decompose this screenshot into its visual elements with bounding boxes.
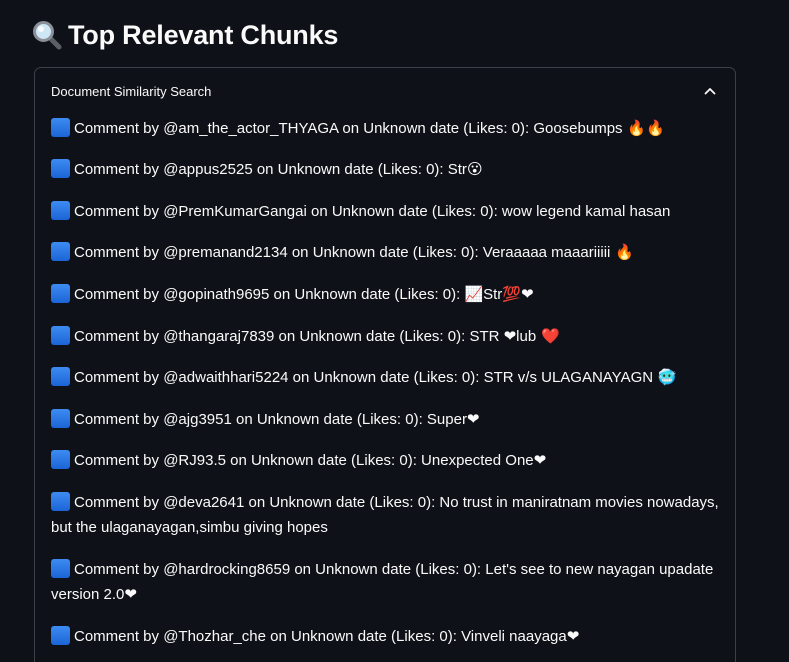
comment-item: Comment by @thangaraj7839 on Unknown dat… xyxy=(51,324,723,349)
page-title-text: Top Relevant Chunks xyxy=(68,19,339,50)
comment-emoji: 😮 xyxy=(466,160,483,178)
blue-square-icon xyxy=(51,559,70,578)
comment-text: Comment by @appus2525 on Unknown date (L… xyxy=(74,161,467,178)
similarity-search-expander: Document Similarity Search Comment by @a… xyxy=(34,67,736,662)
chevron-up-icon[interactable] xyxy=(703,84,717,98)
magnifying-glass-icon xyxy=(32,20,62,50)
comment-emoji: 🔥🔥 xyxy=(622,119,665,137)
comment-item: Comment by @premanand2134 on Unknown dat… xyxy=(51,240,723,265)
comment-item: Comment by @Thozhar_che on Unknown date … xyxy=(51,624,723,649)
blue-square-icon xyxy=(51,201,70,220)
comment-text: Comment by @premanand2134 on Unknown dat… xyxy=(74,244,611,261)
comment-text: Comment by @adwaithhari5224 on Unknown d… xyxy=(74,369,654,386)
comment-item: Comment by @am_the_actor_THYAGA on Unkno… xyxy=(51,116,723,141)
comment-item: Comment by @adwaithhari5224 on Unknown d… xyxy=(51,365,723,390)
comment-text: Comment by @thangaraj7839 on Unknown dat… xyxy=(74,328,537,345)
blue-square-icon xyxy=(51,367,70,386)
comment-text: Comment by @am_the_actor_THYAGA on Unkno… xyxy=(74,120,623,137)
comment-item: Comment by @appus2525 on Unknown date (L… xyxy=(51,157,723,182)
comment-text: Comment by @hardrocking8659 on Unknown d… xyxy=(51,561,714,603)
expander-header[interactable]: Document Similarity Search xyxy=(35,68,735,114)
comment-text: Comment by @deva2641 on Unknown date (Li… xyxy=(51,494,719,536)
comment-text: Comment by @gopinath9695 on Unknown date… xyxy=(74,286,534,303)
page-title: Top Relevant Chunks xyxy=(32,15,338,55)
comment-text: Comment by @PremKumarGangai on Unknown d… xyxy=(74,203,671,220)
blue-square-icon xyxy=(51,409,70,428)
blue-square-icon xyxy=(51,284,70,303)
comment-item: Comment by @hardrocking8659 on Unknown d… xyxy=(51,557,723,607)
blue-square-icon xyxy=(51,326,70,345)
comment-text: Comment by @Thozhar_che on Unknown date … xyxy=(74,628,580,645)
comment-item: Comment by @ajg3951 on Unknown date (Lik… xyxy=(51,407,723,432)
expander-label: Document Similarity Search xyxy=(51,83,212,99)
comment-item: Comment by @gopinath9695 on Unknown date… xyxy=(51,282,723,307)
comment-text: Comment by @RJ93.5 on Unknown date (Like… xyxy=(74,452,547,469)
blue-square-icon xyxy=(51,492,70,511)
blue-square-icon xyxy=(51,450,70,469)
blue-square-icon xyxy=(51,242,70,261)
comment-text: Comment by @ajg3951 on Unknown date (Lik… xyxy=(74,411,480,428)
comment-emoji: 🔥 xyxy=(610,243,634,261)
comment-item: Comment by @deva2641 on Unknown date (Li… xyxy=(51,490,723,540)
app-page: Top Relevant Chunks Document Similarity … xyxy=(0,0,789,662)
blue-square-icon xyxy=(51,626,70,645)
blue-square-icon xyxy=(51,118,70,137)
comment-emoji: 🥶 xyxy=(653,368,677,386)
blue-square-icon xyxy=(51,159,70,178)
comment-item: Comment by @RJ93.5 on Unknown date (Like… xyxy=(51,448,723,473)
comment-emoji: ❤️ xyxy=(536,327,560,345)
comment-item: Comment by @PremKumarGangai on Unknown d… xyxy=(51,199,723,224)
